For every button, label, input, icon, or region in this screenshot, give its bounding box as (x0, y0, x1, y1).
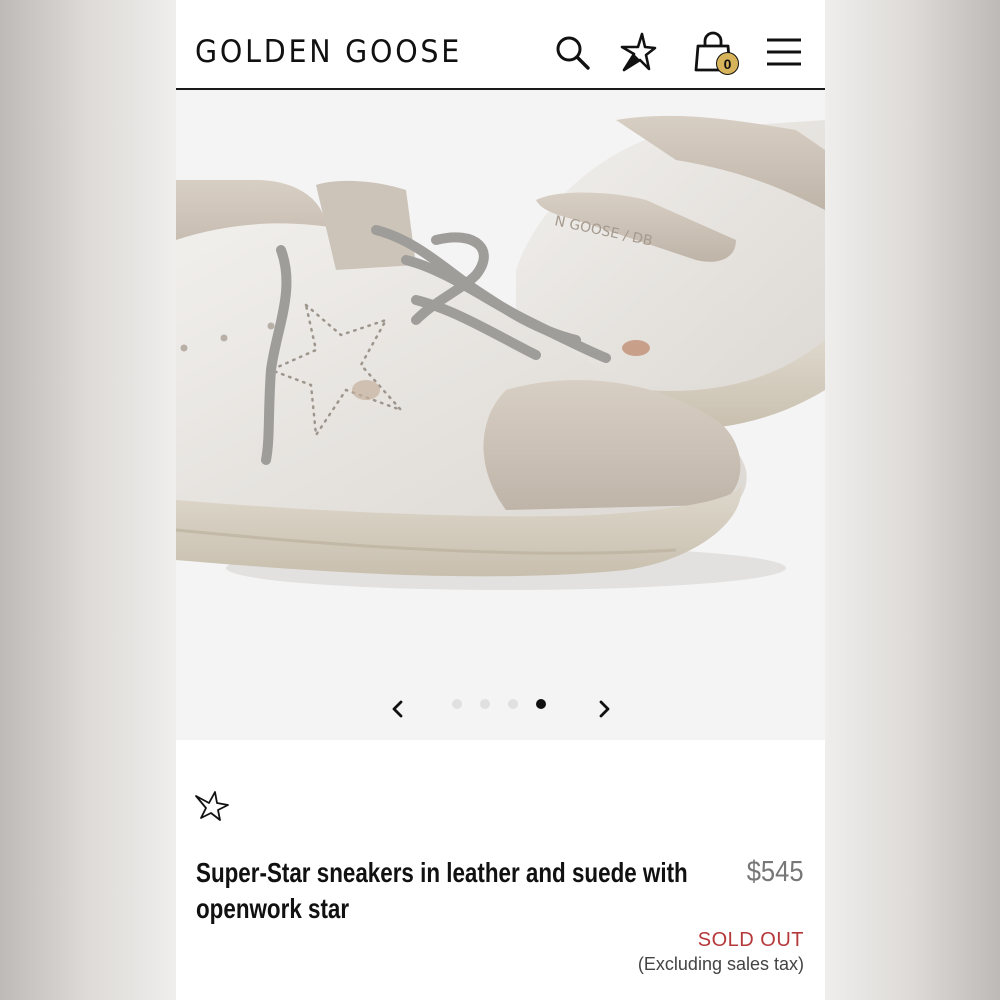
gallery-dot-4-active[interactable] (536, 699, 546, 709)
star-icon[interactable] (616, 30, 660, 74)
gallery-pagination (452, 699, 546, 709)
wishlist-button[interactable] (193, 790, 231, 822)
product-price: $545 (747, 856, 804, 888)
gallery-dot-1[interactable] (452, 699, 462, 709)
brand-logo[interactable]: GOLDEN GOOSE (195, 34, 462, 70)
chevron-left-icon (392, 700, 403, 718)
chevron-right-icon (599, 700, 610, 718)
search-icon[interactable] (550, 30, 594, 74)
product-photo-sneakers: N GOOSE / DB (176, 90, 825, 740)
gallery-next-button[interactable] (589, 694, 619, 724)
product-title: Super-Star sneakers in leather and suede… (196, 857, 688, 924)
gallery-dot-2[interactable] (480, 699, 490, 709)
tax-note: (Excluding sales tax) (637, 954, 804, 974)
bag-count-badge: 0 (716, 52, 739, 75)
gallery-dot-3[interactable] (508, 699, 518, 709)
product-page: GOLDEN GOOSE 0 N GOOSE / DB Super-Star s… (176, 0, 825, 1000)
star-outline-icon (195, 791, 229, 821)
menu-icon[interactable] (762, 30, 806, 74)
stock-status: SOLD OUT (697, 929, 804, 951)
product-image-gallery[interactable]: N GOOSE / DB (176, 90, 825, 740)
top-navigation-bar: GOLDEN GOOSE 0 (176, 0, 825, 90)
gallery-prev-button[interactable] (383, 694, 413, 724)
